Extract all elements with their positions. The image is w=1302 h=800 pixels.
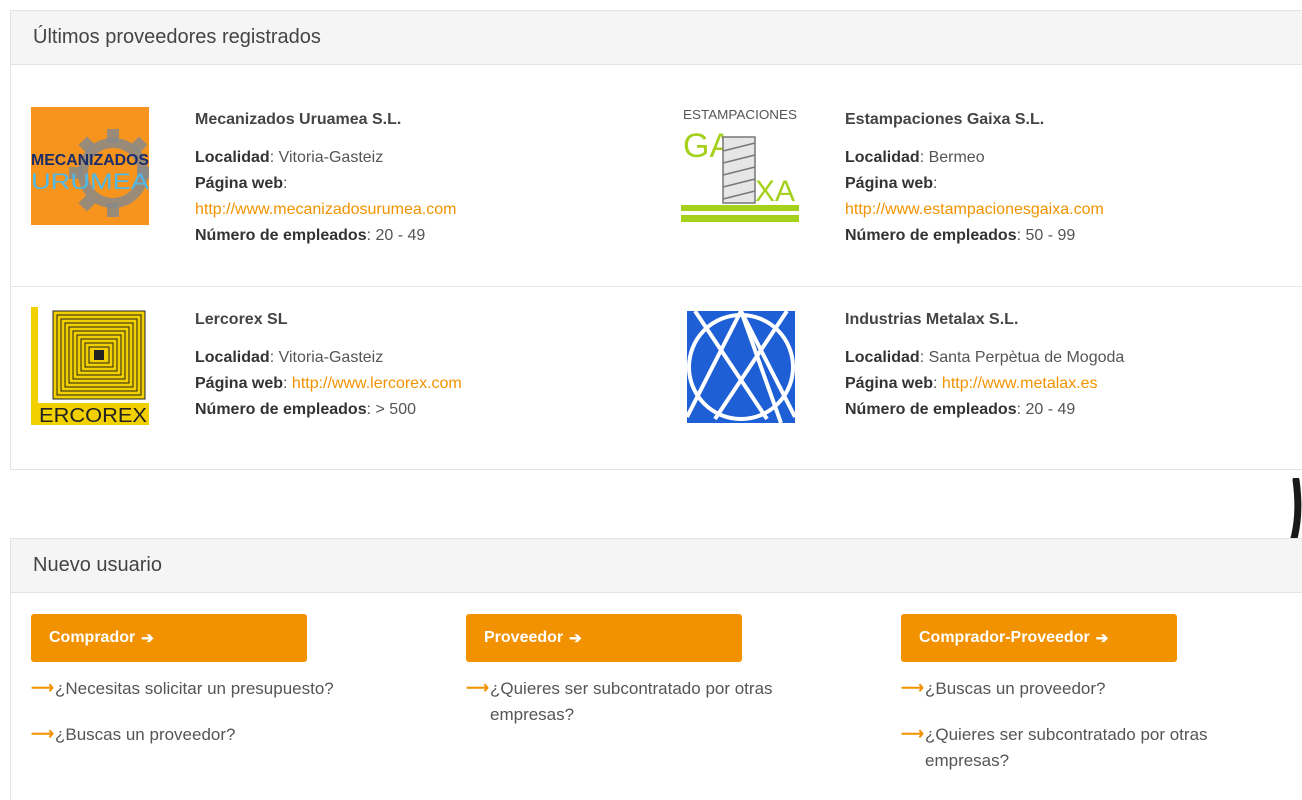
question-text: ¿Quieres ser subcontratado por otras emp…: [925, 725, 1208, 770]
website-label: Página web: [845, 375, 934, 392]
provider-employees: > 500: [375, 401, 416, 418]
proveedor-button-label: Proveedor: [484, 629, 564, 646]
providers-panel: Últimos proveedores registrados MECANIZA…: [10, 10, 1302, 470]
question-text: ¿Buscas un proveedor?: [925, 679, 1106, 698]
metalax-logo[interactable]: [681, 307, 799, 425]
provider-website-row: Página web:: [195, 175, 288, 192]
provider-website-row: Página web: http://www.lercorex.com: [195, 375, 462, 392]
logo-text-ercorex: ERCOREX: [39, 405, 147, 425]
provider-info: Industrias Metalax S.L. Localidad: Santa…: [845, 307, 1275, 423]
provider-website-link[interactable]: http://www.metalax.es: [942, 375, 1098, 392]
question-item[interactable]: ⟶ ¿Quieres ser subcontratado por otras em…: [901, 722, 1241, 774]
provider-info: Mecanizados Uruamea S.L. Localidad: Vito…: [195, 107, 625, 249]
question-item[interactable]: ⟶ ¿Quieres ser subcontratado por otras em…: [466, 676, 806, 728]
provider-employees-row: Número de empleados: 50 - 99: [845, 227, 1076, 244]
long-arrow-right-icon: ⟶: [901, 680, 924, 697]
question-text: ¿Quieres ser subcontratado por otras emp…: [490, 679, 773, 724]
provider-locality: Santa Perpètua de Mogoda: [928, 349, 1125, 366]
provider-website-row: Página web:: [845, 175, 938, 192]
provider-info: Lercorex SL Localidad: Vitoria-Gasteiz P…: [195, 307, 625, 423]
provider-locality-row: Localidad: Vitoria-Gasteiz: [195, 349, 384, 366]
locality-label: Localidad: [845, 149, 920, 166]
logo-text-urumea: URUMEA: [31, 169, 149, 194]
comprador-proveedor-button[interactable]: Comprador-Proveedor ➔: [901, 614, 1177, 662]
logo-text-mecanizados: MECANIZADOS: [31, 152, 149, 169]
provider-locality: Vitoria-Gasteiz: [278, 149, 384, 166]
estampaciones-gaixa-logo[interactable]: ESTAMPACIONES GA XA: [681, 107, 799, 225]
logo-text-estampaciones: ESTAMPACIONES: [683, 107, 797, 122]
employees-label: Número de empleados: [195, 227, 367, 244]
provider-website-link[interactable]: http://www.estampacionesgaixa.com: [845, 201, 1104, 218]
question-item[interactable]: ⟶ ¿Buscas un proveedor?: [31, 722, 371, 748]
provider-locality-row: Localidad: Santa Perpètua de Mogoda: [845, 349, 1125, 366]
new-user-panel-title: Nuevo usuario: [11, 539, 1302, 593]
comprador-button-label: Comprador: [49, 629, 136, 646]
provider-name[interactable]: Mecanizados Uruamea S.L.: [195, 107, 625, 133]
website-label: Página web: [195, 175, 284, 192]
long-arrow-right-icon: ⟶: [31, 726, 54, 743]
providers-panel-title: Últimos proveedores registrados: [11, 11, 1302, 65]
employees-label: Número de empleados: [845, 401, 1017, 418]
provider-website-link[interactable]: http://www.lercorex.com: [292, 375, 462, 392]
row-divider: [11, 286, 1302, 287]
provider-locality-row: Localidad: Bermeo: [845, 149, 985, 166]
question-item[interactable]: ⟶ ¿Necesitas solicitar un presupuesto?: [31, 676, 371, 702]
mecanizados-urumea-logo[interactable]: MECANIZADOS URUMEA: [31, 107, 149, 225]
employees-label: Número de empleados: [195, 401, 367, 418]
proveedor-button[interactable]: Proveedor ➔: [466, 614, 742, 662]
provider-locality: Vitoria-Gasteiz: [278, 349, 384, 366]
provider-employees: 50 - 99: [1025, 227, 1076, 244]
employees-label: Número de empleados: [845, 227, 1017, 244]
provider-info: Estampaciones Gaixa S.L. Localidad: Berm…: [845, 107, 1275, 249]
arrow-right-icon: ➔: [1095, 630, 1109, 647]
locality-label: Localidad: [845, 349, 920, 366]
arrow-right-icon: ➔: [141, 630, 154, 647]
provider-locality-row: Localidad: Vitoria-Gasteiz: [195, 149, 384, 166]
locality-label: Localidad: [195, 349, 270, 366]
arrow-right-icon: ➔: [569, 630, 582, 647]
column-comprador: Comprador ➔ ⟶ ¿Necesitas solicitar un pre…: [31, 614, 371, 748]
question-item[interactable]: ⟶ ¿Buscas un proveedor?: [901, 676, 1241, 702]
column-proveedor: Proveedor ➔ ⟶ ¿Quieres ser subcontratado …: [466, 614, 806, 728]
question-text: ¿Necesitas solicitar un presupuesto?: [55, 679, 334, 698]
logo-text-xa: XA: [755, 175, 795, 208]
provider-employees: 20 - 49: [1025, 401, 1076, 418]
locality-label: Localidad: [195, 149, 270, 166]
lercorex-logo[interactable]: ERCOREX: [31, 307, 149, 425]
column-comprador-proveedor: Comprador-Proveedor ➔ ⟶ ¿Buscas un provee…: [901, 614, 1241, 774]
website-label: Página web: [845, 175, 934, 192]
new-user-panel: Nuevo usuario Comprador ➔ ⟶ ¿Necesitas so…: [10, 538, 1302, 800]
comprador-button[interactable]: Comprador ➔: [31, 614, 307, 662]
long-arrow-right-icon: ⟶: [466, 680, 489, 697]
long-arrow-right-icon: ⟶: [901, 726, 924, 743]
comprador-proveedor-button-label: Comprador-Proveedor: [919, 629, 1090, 646]
provider-employees-row: Número de empleados: 20 - 49: [845, 401, 1076, 418]
provider-employees: 20 - 49: [375, 227, 426, 244]
provider-website-row: Página web: http://www.metalax.es: [845, 375, 1098, 392]
long-arrow-right-icon: ⟶: [31, 680, 54, 697]
provider-employees-row: Número de empleados: > 500: [195, 401, 416, 418]
provider-name[interactable]: Estampaciones Gaixa S.L.: [845, 107, 1275, 133]
website-label: Página web: [195, 375, 284, 392]
question-text: ¿Buscas un proveedor?: [55, 725, 236, 744]
provider-name[interactable]: Industrias Metalax S.L.: [845, 307, 1275, 333]
provider-locality: Bermeo: [928, 149, 985, 166]
provider-website-link[interactable]: http://www.mecanizadosurumea.com: [195, 201, 456, 218]
provider-employees-row: Número de empleados: 20 - 49: [195, 227, 426, 244]
provider-name[interactable]: Lercorex SL: [195, 307, 625, 333]
